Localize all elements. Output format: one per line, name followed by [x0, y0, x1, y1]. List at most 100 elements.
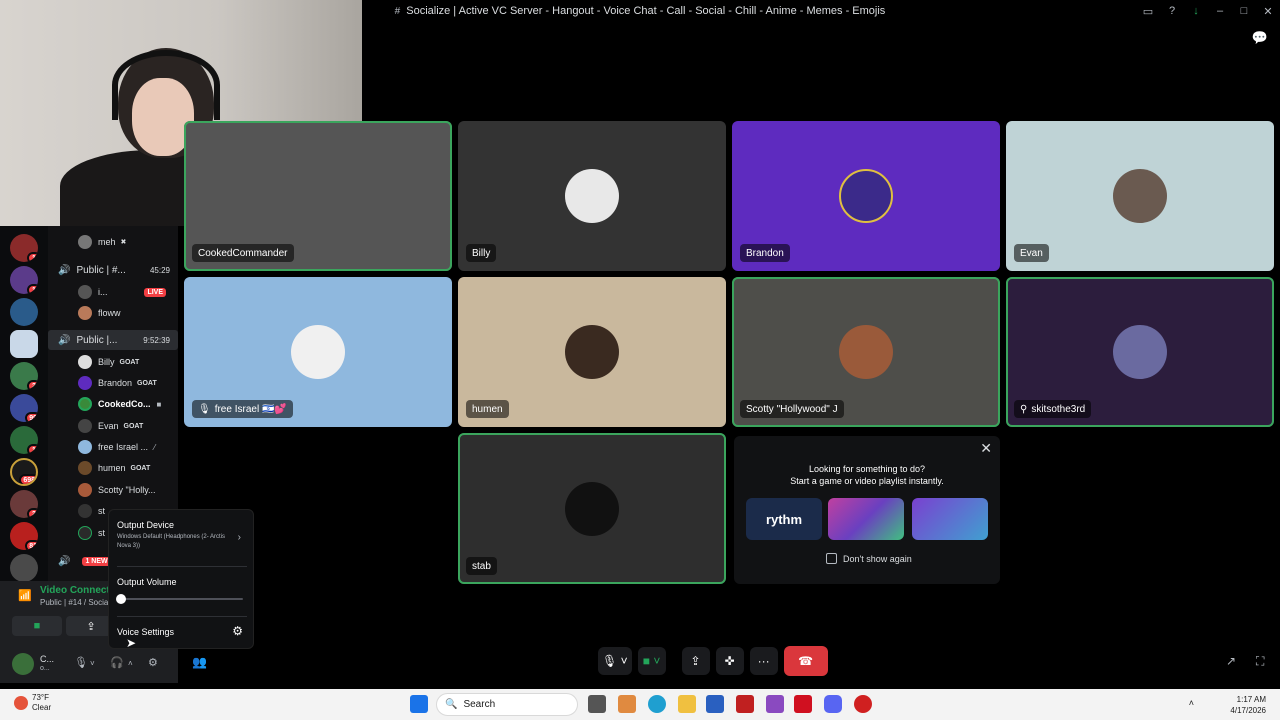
server-icon[interactable]	[10, 554, 38, 582]
chevron-down-icon[interactable]: ˅	[90, 659, 95, 668]
store-icon[interactable]	[706, 695, 724, 713]
video-tile[interactable]: humen	[458, 277, 726, 427]
activity-card-unchained[interactable]	[828, 498, 904, 540]
avatar	[78, 526, 92, 540]
connected-channel[interactable]: Public | #14 / Social	[40, 598, 110, 607]
discord-icon[interactable]	[824, 695, 842, 713]
voice-user[interactable]: Billy GOAT	[48, 352, 178, 372]
speaker-icon: 🔊	[58, 264, 71, 276]
voice-channel-active[interactable]: 🔊 Public |... 9:52:39	[48, 330, 178, 350]
voice-user[interactable]: floww	[48, 303, 178, 323]
unread-badge: 698	[19, 474, 36, 484]
voice-user[interactable]: meh ✖	[48, 232, 178, 252]
user-avatar[interactable]	[12, 653, 34, 675]
activity-card-putt[interactable]	[912, 498, 988, 540]
server-icon[interactable]: 2	[10, 362, 38, 390]
minimize-icon[interactable]: –	[1208, 0, 1232, 22]
goat-tag: GOAT	[137, 379, 157, 387]
taskbar-search[interactable]: 🔍 Search	[436, 693, 578, 716]
settings-gear-icon[interactable]: ⚙	[148, 656, 158, 669]
video-tile[interactable]: Scotty "Hollywood" J	[732, 277, 1000, 427]
server-icon[interactable]	[10, 330, 38, 358]
disconnect-button[interactable]: ☎	[783, 646, 828, 676]
weather-widget[interactable]: 73°F Clear	[14, 693, 51, 713]
server-icon[interactable]: 99	[10, 394, 38, 422]
video-tile[interactable]: stab	[458, 433, 726, 584]
app-icon[interactable]	[766, 695, 784, 713]
download-icon[interactable]: ↓	[1184, 0, 1208, 22]
dont-show-checkbox[interactable]	[826, 553, 837, 564]
more-options-button[interactable]: ···	[749, 647, 778, 675]
activity-card-rythm[interactable]: rythm	[746, 498, 822, 540]
output-device-label[interactable]: Output Device	[117, 520, 174, 530]
help-icon[interactable]: ?	[1160, 0, 1184, 22]
goat-tag: GOAT	[119, 358, 140, 366]
goat-tag: GOAT	[130, 464, 151, 472]
camera-button[interactable]: ■	[12, 616, 62, 636]
add-friend-icon[interactable]: 👥	[192, 655, 207, 669]
voice-user[interactable]: Brandon GOAT	[48, 373, 178, 393]
voice-channel[interactable]: 🔊 Public | #... 45:29	[48, 260, 178, 280]
server-icon[interactable]: 1	[10, 266, 38, 294]
voice-user[interactable]: CookedCo... ■	[48, 394, 178, 414]
server-icon[interactable]: 2	[10, 490, 38, 518]
video-tile[interactable]: Billy	[458, 121, 726, 271]
dont-show-again[interactable]: Don't show again	[826, 553, 912, 564]
participant-avatar	[839, 325, 893, 379]
server-icon[interactable]: 1	[10, 234, 38, 262]
muted-mic-icon: 🎙	[198, 403, 211, 415]
microphone-icon[interactable]: 🎙	[74, 656, 88, 669]
close-icon[interactable]: ✕	[1256, 0, 1280, 22]
output-volume-slider[interactable]	[116, 594, 243, 604]
video-tile[interactable]: Evan	[1006, 121, 1274, 271]
signal-icon[interactable]: 📶	[18, 589, 32, 602]
participant-name: Scotty "Hollywood" J	[740, 400, 844, 418]
app-icon[interactable]	[736, 695, 754, 713]
server-icon[interactable]: 698	[10, 458, 38, 486]
inbox-icon[interactable]: ▭	[1136, 0, 1160, 22]
video-tile[interactable]: ⚲ skitsothe3rd	[1006, 277, 1274, 427]
close-icon[interactable]: ✕	[980, 440, 992, 457]
activities-button[interactable]: ✜	[715, 647, 744, 675]
task-view-icon[interactable]	[588, 695, 606, 713]
video-tile[interactable]: 🎙 free Israel 🇮🇱💕	[184, 277, 452, 427]
server-icon[interactable]: 81	[10, 522, 38, 550]
connection-status[interactable]: Video Connect	[40, 585, 110, 596]
edge-icon[interactable]	[648, 695, 666, 713]
microphone-button[interactable]: 🎙 ˅	[598, 647, 632, 675]
file-explorer-icon[interactable]	[678, 695, 696, 713]
window-title: Socialize | Active VC Server - Hangout -…	[406, 5, 886, 17]
voice-user[interactable]: i... LIVE	[48, 282, 178, 302]
chevron-up-icon[interactable]: ˄	[1189, 698, 1194, 708]
voice-user[interactable]: Evan GOAT	[48, 416, 178, 436]
video-tile[interactable]: CookedCommander	[184, 121, 452, 271]
popout-icon[interactable]: ↗	[1226, 654, 1236, 668]
goat-tag: GOAT	[123, 422, 144, 430]
volume-knob[interactable]	[116, 594, 126, 604]
chevron-right-icon[interactable]: ›	[238, 532, 241, 543]
camera-button[interactable]: ■ ˅	[637, 647, 666, 675]
fullscreen-icon[interactable]: ⛶	[1256, 654, 1264, 669]
video-tile[interactable]: Brandon	[732, 121, 1000, 271]
participant-name: CookedCommander	[192, 244, 294, 262]
channel-timer: 45:29	[149, 265, 170, 275]
output-device-value[interactable]: Windows Default (Headphones (2- Arctis N…	[117, 533, 227, 551]
voice-user[interactable]: humen GOAT	[48, 458, 178, 478]
chevron-up-icon[interactable]: ˄	[128, 659, 133, 668]
server-icon[interactable]	[10, 298, 38, 326]
acrobat-icon[interactable]	[794, 695, 812, 713]
divider	[117, 616, 247, 617]
screen-share-button[interactable]: ⇪	[681, 647, 710, 675]
voice-user[interactable]: Scotty "Holly...	[48, 480, 178, 500]
server-icon[interactable]: 1	[10, 426, 38, 454]
windows-start-icon[interactable]	[410, 695, 428, 713]
maximize-icon[interactable]: □	[1232, 0, 1256, 22]
voice-user[interactable]: free Israel ... ⁄	[48, 437, 178, 457]
channel-timer: 9:52:39	[143, 335, 170, 345]
chat-bubble-icon[interactable]: 💬	[1252, 30, 1268, 46]
system-clock[interactable]: 1:17 AM 4/17/2026	[1230, 694, 1266, 716]
settings-gear-icon[interactable]: ⚙	[232, 624, 243, 638]
copilot-icon[interactable]	[618, 695, 636, 713]
headphones-icon[interactable]: 🎧	[110, 656, 124, 669]
app-icon[interactable]	[854, 695, 872, 713]
